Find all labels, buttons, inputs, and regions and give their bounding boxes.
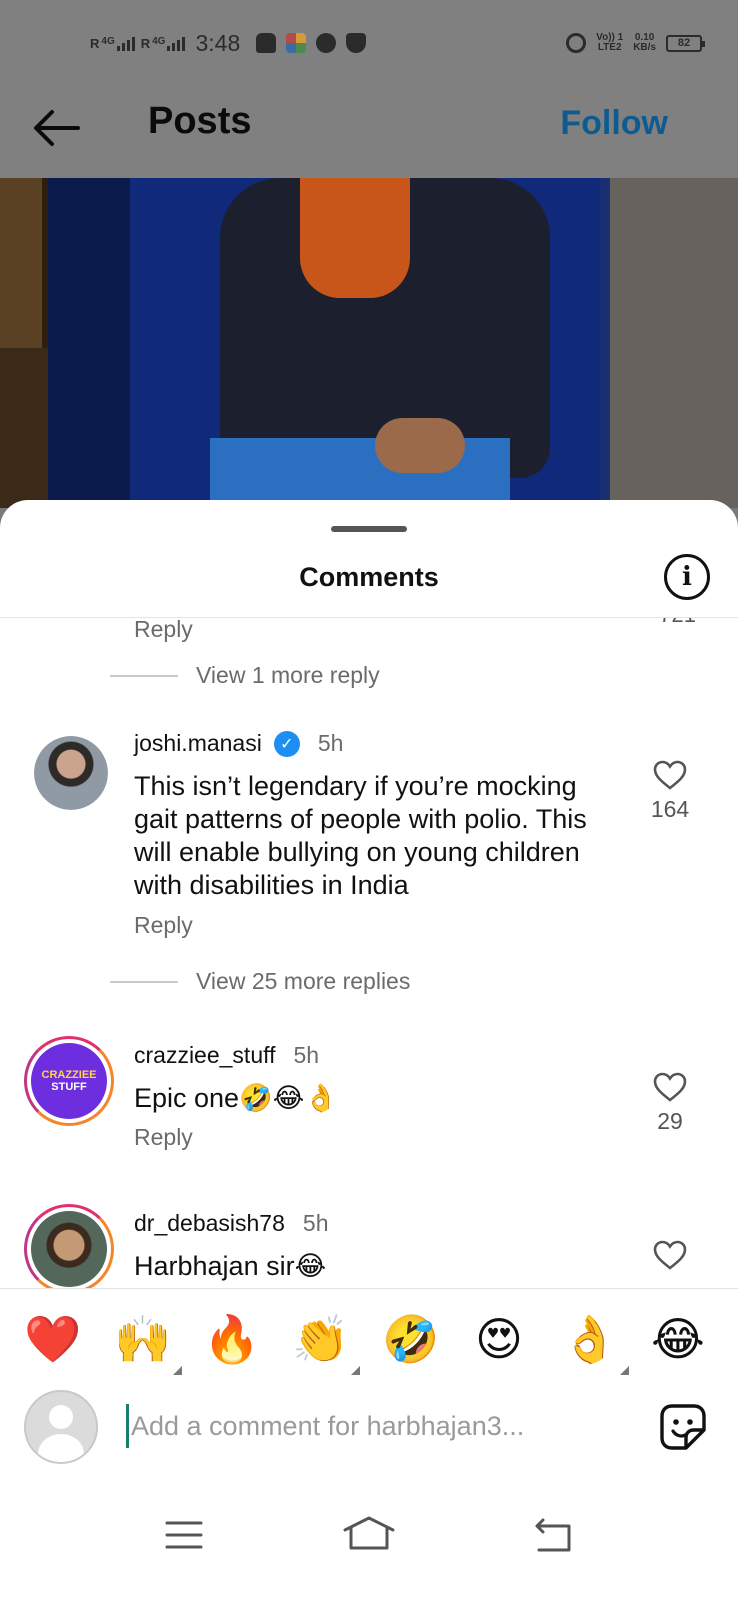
avatar-image (31, 1211, 107, 1287)
reply-button[interactable]: Reply (134, 618, 193, 643)
alarm-icon (566, 33, 587, 53)
comment-time: 5h (293, 1042, 320, 1068)
emoji-raising-hands[interactable]: 🙌 (114, 1311, 182, 1375)
sheet-drag-handle[interactable] (331, 526, 407, 532)
like-button[interactable]: 164 (640, 760, 700, 823)
reply-button[interactable]: Reply (134, 912, 193, 939)
emoji-ok-hand-glyph: 👌 (561, 1312, 619, 1366)
heart-outline-icon (653, 1072, 687, 1102)
system-nav-bar (0, 1490, 738, 1600)
info-icon: i (682, 562, 692, 592)
reply-button[interactable]: Reply (134, 1124, 193, 1151)
sticker-icon (660, 1404, 706, 1450)
back-button[interactable] (30, 106, 82, 150)
wall-frame (0, 178, 48, 348)
comments-list[interactable]: 721 Reply View 1 more reply joshi.manasi… (0, 618, 738, 1288)
info-button[interactable]: i (664, 554, 710, 600)
app-notification-icon (286, 33, 307, 53)
sim2-network-label: 4G (152, 35, 166, 47)
view-more-replies[interactable]: View 1 more reply (110, 662, 380, 689)
comment-time: 5h (302, 1210, 329, 1236)
nav-menu-button[interactable] (155, 1510, 215, 1560)
sheet-title: Comments (299, 562, 439, 592)
back-icon (535, 1518, 571, 1552)
battery-level: 82 (677, 37, 691, 49)
battery-icon: 82 (666, 34, 705, 52)
avatar-logo-text: STUFF (51, 1081, 87, 1093)
view-more-replies-label: View 1 more reply (196, 662, 380, 688)
like-count: 721 (659, 618, 696, 628)
comment-username[interactable]: dr_debasish78 (134, 1210, 285, 1237)
sticker-button[interactable] (658, 1402, 708, 1452)
comment-text: This isn’t legendary if you’re mocking g… (134, 771, 587, 900)
snapchat-notification-icon (256, 33, 277, 53)
emoji-clapping-glyph: 👏 (292, 1312, 350, 1366)
emoji-joy[interactable]: 😂 (650, 1311, 706, 1367)
view-more-replies-label: View 25 more replies (196, 968, 411, 994)
avatar-image: CRAZZIEE STUFF (31, 1043, 107, 1119)
avatar-logo-text: CRAZZIEE (41, 1069, 97, 1081)
comment-input[interactable] (126, 1404, 606, 1448)
comment-username[interactable]: crazziee_stuff (134, 1042, 275, 1069)
volte-indicator: Vo)) 1 LTE2 (596, 33, 623, 53)
sim1-network-label: 4G (101, 35, 115, 47)
comments-sheet: Comments i 721 Reply View 1 more reply j… (0, 500, 738, 1600)
emoji-heart-eyes[interactable]: 😍 (471, 1311, 527, 1367)
avatar[interactable] (34, 736, 108, 810)
comment-header: dr_debasish78 5h (134, 1210, 329, 1237)
heart-outline-icon (653, 760, 687, 790)
like-button[interactable] (640, 1240, 700, 1270)
like-button[interactable]: 29 (640, 1072, 700, 1135)
like-count: 29 (657, 1108, 683, 1134)
nav-home-button[interactable] (339, 1510, 399, 1560)
comment-header: joshi.manasi ✓ 5h (134, 730, 343, 757)
comment-time: 5h (317, 730, 344, 756)
view-more-replies[interactable]: View 25 more replies (110, 968, 410, 995)
status-bar: R 4G R 4G 3:48 Vo)) 1 LTE2 0.10 KB/s 82 (0, 0, 738, 82)
comment-text: Epic one🤣😂👌 (134, 1083, 338, 1113)
sim2-roaming-label: R (140, 35, 151, 51)
emoji-ok-hand[interactable]: 👌 (561, 1311, 629, 1375)
chat-notification-icon (316, 33, 337, 53)
lte-label: LTE2 (597, 42, 622, 53)
comment-header: crazziee_stuff 5h (134, 1042, 319, 1069)
avatar[interactable]: CRAZZIEE STUFF (24, 1036, 114, 1126)
verified-badge-icon: ✓ (273, 730, 300, 757)
page-title: Posts (148, 100, 252, 142)
status-bar-right: Vo)) 1 LTE2 0.10 KB/s 82 (566, 26, 705, 60)
emoji-heart[interactable]: ❤️ (24, 1311, 81, 1367)
back-arrow-icon (34, 110, 80, 146)
nav-back-button[interactable] (523, 1510, 583, 1560)
menu-icon (165, 1521, 203, 1549)
emoji-fire[interactable]: 🔥 (203, 1311, 260, 1367)
avatar-image (34, 736, 108, 810)
status-bar-left: R 4G R 4G 3:48 (90, 26, 370, 60)
post-photo-subject (185, 178, 565, 508)
sim2-signal-icon: R 4G (141, 36, 186, 51)
like-count: 164 (650, 796, 690, 822)
shield-notification-icon (346, 33, 367, 53)
comment-text: Harbhajan sir😂 (134, 1251, 327, 1281)
post-image[interactable] (0, 178, 738, 508)
avatar[interactable] (24, 1204, 114, 1288)
comment-username[interactable]: joshi.manasi (134, 730, 262, 757)
sim1-signal-icon: R 4G (90, 36, 135, 51)
emoji-raising-hands-glyph: 🙌 (114, 1312, 172, 1366)
posts-header: Posts Follow (0, 82, 738, 178)
emoji-quick-bar: ❤️ 🙌 🔥 👏 🤣 😍 👌 😂 (0, 1288, 738, 1386)
emoji-clapping[interactable]: 👏 (292, 1311, 360, 1375)
speed-unit: KB/s (633, 42, 656, 53)
heart-outline-icon (653, 1240, 687, 1270)
status-time: 3:48 (195, 29, 241, 56)
emoji-rofl[interactable]: 🤣 (382, 1311, 439, 1367)
comment-composer (0, 1386, 738, 1490)
follow-button[interactable]: Follow (560, 104, 668, 143)
home-icon (343, 1516, 395, 1550)
sim1-roaming-label: R (90, 35, 100, 51)
network-speed: 0.10 KB/s (633, 33, 656, 53)
my-avatar (24, 1390, 98, 1464)
